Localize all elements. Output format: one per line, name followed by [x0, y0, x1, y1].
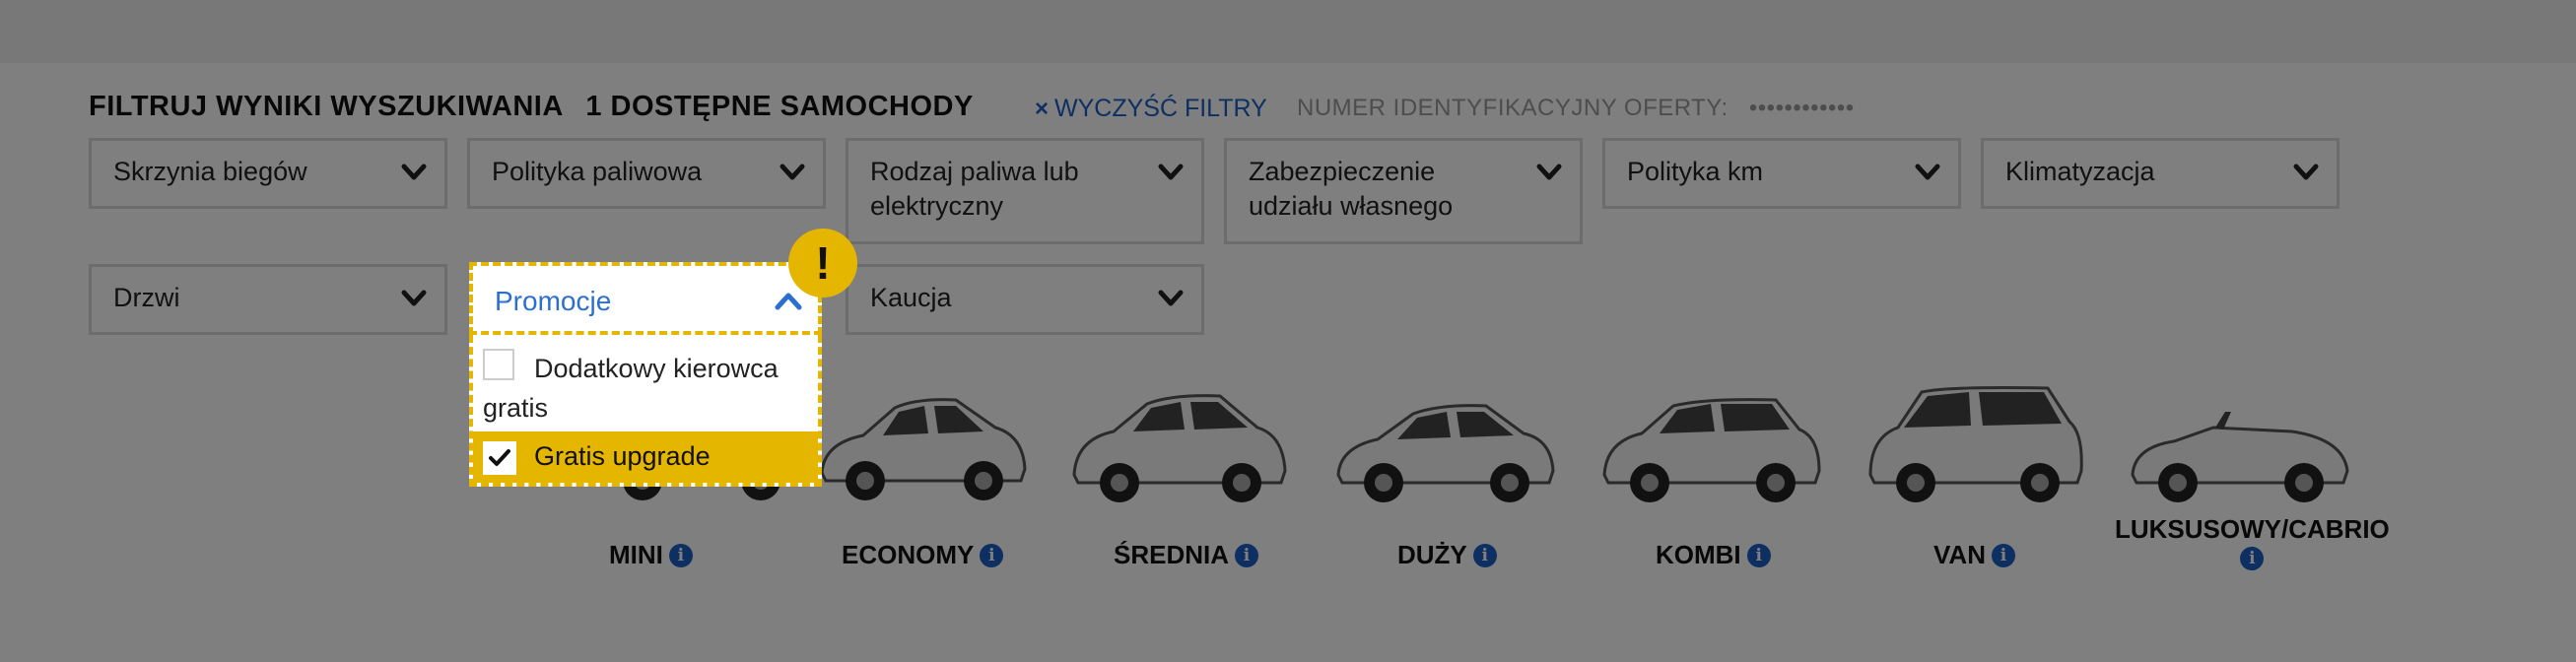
exclamation-icon: ! — [788, 229, 857, 298]
option-label: Gratis upgrade — [534, 441, 711, 471]
option-free-upgrade[interactable]: Gratis upgrade — [473, 431, 818, 483]
option-label: Dodatkowy kierowca gratis — [483, 354, 779, 423]
promotions-dropdown-header[interactable]: Promocje — [469, 262, 822, 335]
option-extra-driver-free[interactable]: Dodatkowy kierowca gratis — [473, 335, 818, 430]
check-icon — [489, 449, 510, 466]
promotions-label: Promocje — [495, 286, 612, 316]
chevron-up-icon — [775, 293, 802, 310]
promotions-dropdown[interactable]: Promocje Dodatkowy kierowca gratis Grati… — [469, 262, 822, 487]
modal-overlay — [0, 0, 2576, 662]
checkbox-checked[interactable] — [483, 441, 516, 475]
promotions-options: Dodatkowy kierowca gratis Gratis upgrade — [469, 335, 822, 487]
